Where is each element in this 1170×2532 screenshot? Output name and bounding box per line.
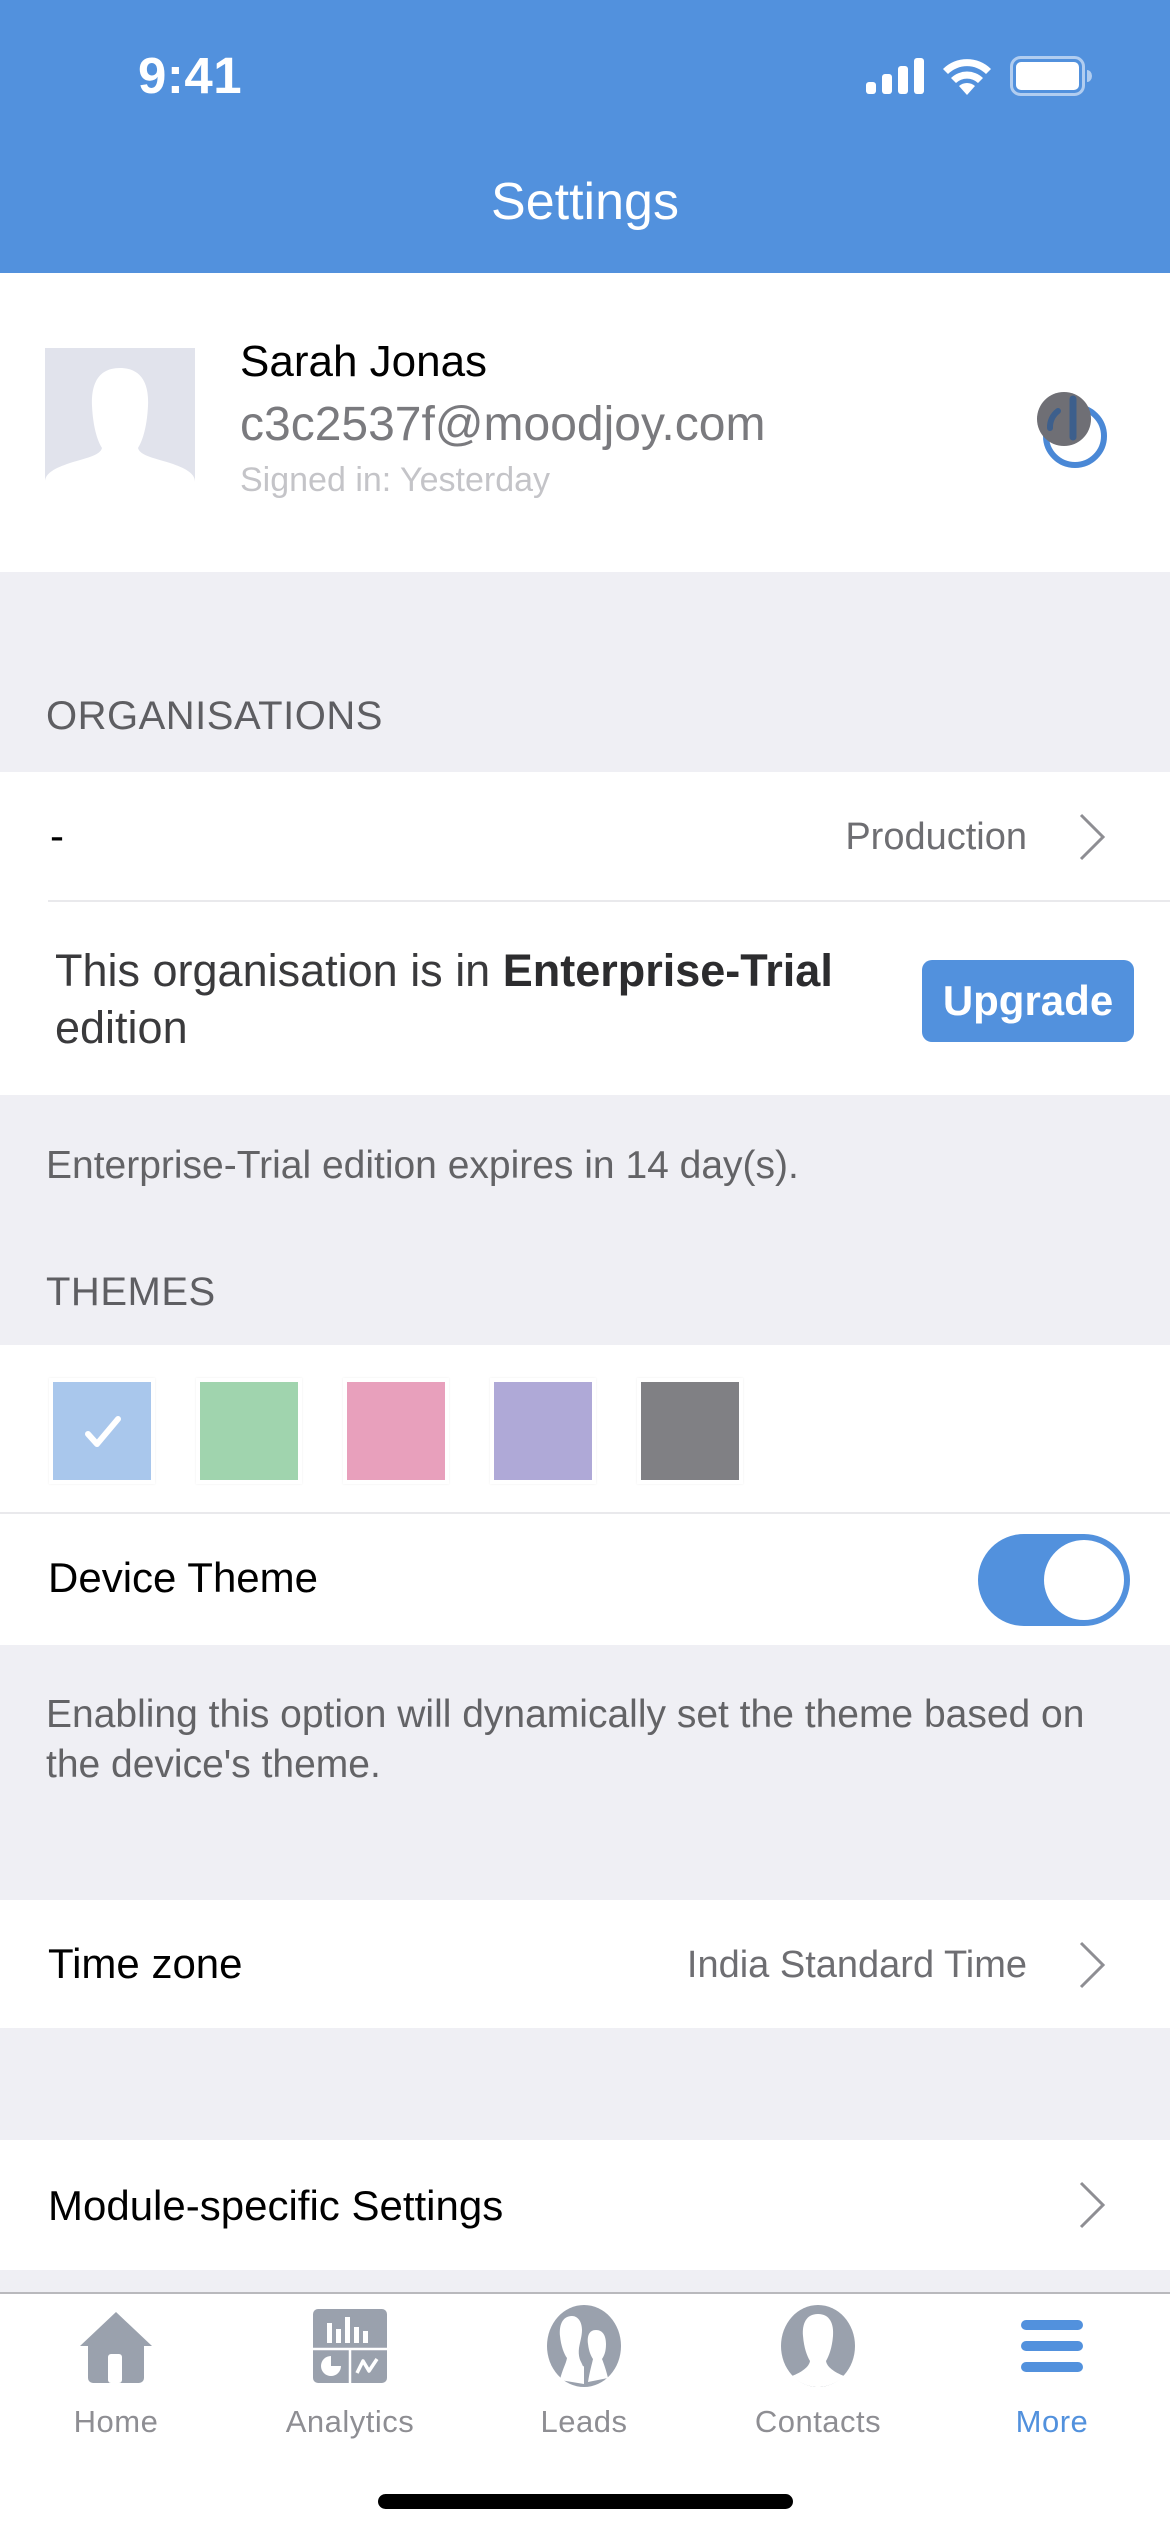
organisations-header: ORGANISATIONS	[46, 694, 383, 738]
menu-icon	[1021, 2320, 1083, 2372]
time-zone-row[interactable]: Time zone India Standard Time	[0, 1900, 1170, 2028]
wifi-icon	[943, 59, 991, 95]
tab-bar: Home Analytics Leads Contacts More	[0, 2292, 1170, 2532]
tab-home[interactable]: Home	[16, 2304, 216, 2454]
swatch-color	[494, 1382, 592, 1480]
battery-icon	[1010, 56, 1092, 96]
profile-card: Sarah Jonas c3c2537f@moodjoy.com Signed …	[0, 273, 1170, 572]
tab-label: Leads	[540, 2404, 628, 2439]
user-name: Sarah Jonas	[240, 337, 488, 386]
theme-swatch-green[interactable]	[196, 1378, 302, 1484]
tab-label: Contacts	[754, 2404, 882, 2439]
chevron-right-icon	[1079, 1941, 1106, 1989]
swatch-color	[200, 1382, 298, 1480]
edition-prefix: This organisation is in	[55, 945, 503, 996]
home-icon	[80, 2312, 152, 2383]
leads-icon	[547, 2305, 621, 2387]
chevron-right-icon	[1079, 2181, 1106, 2229]
theme-swatch-blue[interactable]	[49, 1378, 155, 1484]
theme-swatch-purple[interactable]	[490, 1378, 596, 1484]
themes-header: THEMES	[46, 1270, 216, 1314]
analytics-icon	[313, 2309, 387, 2383]
swatch-color	[641, 1382, 739, 1480]
org-name: -	[50, 812, 64, 859]
avatar-placeholder-icon	[45, 368, 195, 482]
avatar	[45, 348, 195, 482]
theme-swatches	[0, 1345, 1170, 1512]
swatch-color	[347, 1382, 445, 1480]
org-row[interactable]: - Production	[0, 772, 1170, 900]
tab-analytics[interactable]: Analytics	[250, 2304, 450, 2454]
organisations-group: - Production This organisation is in Ent…	[0, 772, 1170, 1095]
home-indicator	[378, 2494, 793, 2509]
tab-label: Home	[73, 2404, 159, 2439]
status-icons	[866, 56, 1092, 96]
org-environment: Production	[845, 816, 1027, 858]
upgrade-button[interactable]: Upgrade	[922, 960, 1134, 1042]
device-theme-row: Device Theme	[0, 1514, 1170, 1645]
edition-message: This organisation is in Enterprise-Trial…	[55, 942, 835, 1056]
tab-label: Analytics	[285, 2404, 415, 2439]
page-title: Settings	[491, 173, 679, 231]
checkmark-icon	[85, 1416, 121, 1447]
contacts-icon	[781, 2305, 855, 2387]
toggle-knob	[1044, 1540, 1124, 1620]
tab-label: More	[1015, 2404, 1089, 2439]
theme-swatch-pink[interactable]	[343, 1378, 449, 1484]
device-theme-toggle[interactable]	[978, 1534, 1130, 1626]
sign-out-button[interactable]	[1020, 381, 1120, 481]
user-email: c3c2537f@moodjoy.com	[240, 398, 766, 451]
power-icon	[1037, 392, 1107, 468]
status-time: 9:41	[138, 47, 243, 104]
tab-contacts[interactable]: Contacts	[718, 2304, 918, 2454]
edition-suffix: edition	[55, 1002, 188, 1053]
header-bar: 9:41 Settings	[0, 0, 1170, 273]
device-theme-note: Enabling this option will dynamically se…	[46, 1693, 1085, 1786]
edition-row: This organisation is in Enterprise-Trial…	[0, 902, 1170, 1095]
swatch-color	[53, 1382, 151, 1480]
theme-swatch-gray[interactable]	[637, 1378, 743, 1484]
device-theme-label: Device Theme	[48, 1554, 319, 1601]
time-zone-value: India Standard Time	[686, 1944, 1027, 1986]
chevron-right-icon	[1079, 813, 1106, 861]
tab-leads[interactable]: Leads	[484, 2304, 684, 2454]
module-settings-label: Module-specific Settings	[48, 2182, 504, 2229]
themes-group: Device Theme	[0, 1345, 1170, 1645]
edition-name: Enterprise-Trial	[502, 945, 833, 996]
cellular-signal-icon	[866, 58, 924, 94]
tab-more[interactable]: More	[952, 2304, 1152, 2454]
signed-in-status: Signed in: Yesterday	[240, 461, 551, 499]
time-zone-label: Time zone	[48, 1940, 243, 1987]
module-settings-row[interactable]: Module-specific Settings	[0, 2140, 1170, 2270]
edition-expiry-note: Enterprise-Trial edition expires in 14 d…	[46, 1144, 799, 1187]
